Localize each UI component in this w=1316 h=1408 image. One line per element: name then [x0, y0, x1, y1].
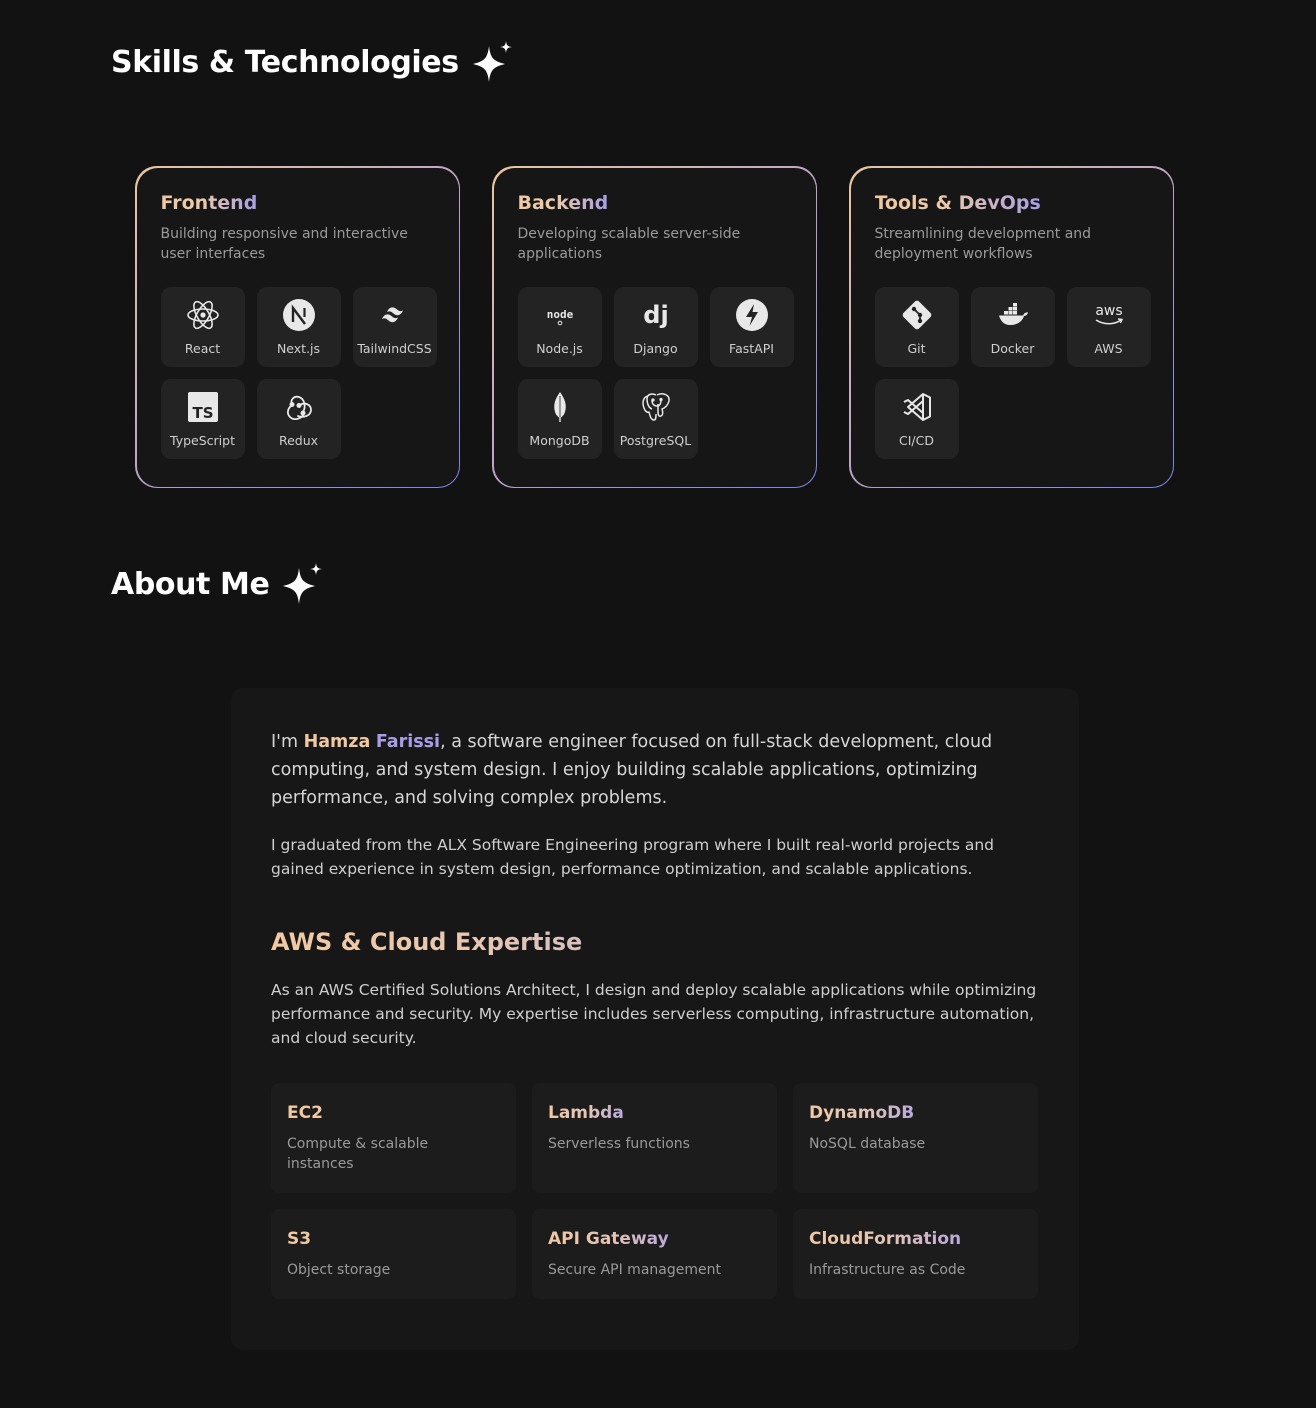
intro-prefix: I'm	[271, 732, 304, 752]
service-name: EC2	[287, 1103, 323, 1123]
react-icon	[186, 298, 220, 332]
service-name: Lambda	[548, 1103, 624, 1123]
service-name: CloudFormation	[809, 1229, 962, 1249]
service-description: Compute & scalable instances	[287, 1136, 429, 1172]
aws-description: As an AWS Certified Solutions Architect,…	[271, 981, 1037, 1047]
skill-tile-aws[interactable]: aws AWS	[1066, 286, 1151, 367]
service-description: NoSQL database	[809, 1136, 926, 1152]
skill-label: FastAPI	[729, 340, 774, 356]
service-card-ec2: EC2 Compute & scalable instances	[271, 1083, 516, 1193]
skill-tile-nodejs[interactable]: node Node.js	[517, 286, 602, 367]
service-name: DynamoDB	[809, 1103, 915, 1123]
service-name: API Gateway	[548, 1229, 669, 1249]
skill-tile-typescript[interactable]: TS TypeScript	[160, 378, 245, 459]
svg-text:TS: TS	[192, 404, 213, 422]
service-name: S3	[287, 1229, 312, 1249]
service-description: Secure API management	[548, 1262, 721, 1278]
django-icon: dj	[639, 298, 673, 332]
skill-label: React	[184, 340, 221, 356]
skill-tile-tailwindcss[interactable]: TailwindCSS	[352, 286, 437, 367]
card-description: Developing scalable server-side applicat…	[517, 225, 741, 262]
skill-tile-django[interactable]: dj Django	[613, 286, 698, 367]
about-heading: About Me	[111, 566, 270, 602]
skill-card-tools-devops: Tools & DevOps Streamlining development …	[849, 166, 1174, 488]
mongodb-icon	[543, 390, 577, 424]
docker-icon	[996, 298, 1030, 332]
skill-tile-cicd[interactable]: CI/CD	[874, 378, 959, 459]
service-description: Object storage	[287, 1262, 391, 1278]
svg-text:aws: aws	[1095, 303, 1122, 319]
nextjs-icon	[282, 298, 316, 332]
skill-label: MongoDB	[529, 432, 590, 448]
card-title: Frontend	[160, 191, 258, 214]
service-card-cloudformation: CloudFormation Infrastructure as Code	[793, 1209, 1038, 1299]
typescript-icon: TS	[186, 390, 220, 424]
card-description: Building responsive and interactive user…	[160, 225, 408, 262]
aws-services-grid: EC2 Compute & scalable instances Lambda …	[271, 1083, 1039, 1299]
skill-tile-nextjs[interactable]: Next.js	[256, 286, 341, 367]
skill-tile-redux[interactable]: Redux	[256, 378, 341, 459]
redux-icon	[282, 390, 316, 424]
about-intro: I'm Hamza Farissi, a software engineer f…	[271, 728, 1041, 812]
skill-tile-fastapi[interactable]: FastAPI	[709, 286, 794, 367]
skill-label: Next.js	[276, 340, 321, 356]
service-description: Infrastructure as Code	[809, 1262, 966, 1278]
svg-text:dj: dj	[643, 301, 668, 329]
skill-tile-docker[interactable]: Docker	[970, 286, 1055, 367]
cicd-icon	[900, 390, 934, 424]
tailwind-icon	[378, 298, 412, 332]
service-card-s3: S3 Object storage	[271, 1209, 516, 1299]
name-first: Hamza	[303, 732, 371, 752]
aws-section-title: AWS & Cloud Expertise	[271, 928, 1039, 956]
skill-card-backend: Backend Developing scalable server-side …	[492, 166, 817, 488]
skill-label: Git	[907, 340, 926, 356]
skills-heading: Skills & Technologies	[111, 44, 459, 80]
service-card-lambda: Lambda Serverless functions	[532, 1083, 777, 1193]
aws-icon: aws	[1092, 298, 1126, 332]
postgresql-icon	[639, 390, 673, 424]
about-section-title: About Me	[111, 562, 325, 606]
skill-label: CI/CD	[899, 432, 934, 448]
git-icon	[900, 298, 934, 332]
about-education: I graduated from the ALX Software Engine…	[271, 836, 995, 878]
skill-label: Docker	[990, 340, 1035, 356]
name-last: Farissi	[375, 732, 441, 752]
skill-label: PostgreSQL	[619, 432, 692, 448]
svg-text:node: node	[546, 308, 573, 321]
skill-label: AWS	[1094, 340, 1123, 356]
about-card: I'm Hamza Farissi, a software engineer f…	[231, 688, 1079, 1350]
service-card-dynamodb: DynamoDB NoSQL database	[793, 1083, 1038, 1193]
card-description: Streamlining development and deployment …	[874, 225, 1092, 262]
fastapi-icon	[735, 298, 769, 332]
skill-label: TailwindCSS	[357, 340, 432, 356]
card-title: Backend	[517, 191, 609, 214]
skill-label: Redux	[278, 432, 319, 448]
nodejs-icon: node	[543, 298, 577, 332]
skill-tile-postgresql[interactable]: PostgreSQL	[613, 378, 698, 459]
skills-cards: Frontend Building responsive and interac…	[135, 166, 1174, 488]
skill-label: Django	[633, 340, 678, 356]
aws-title-text: AWS & Cloud Expertise	[271, 928, 583, 956]
skill-label: TypeScript	[170, 432, 235, 448]
skill-label: Node.js	[536, 340, 583, 356]
skill-tile-git[interactable]: Git	[874, 286, 959, 367]
service-card-api-gateway: API Gateway Secure API management	[532, 1209, 777, 1299]
card-title: Tools & DevOps	[874, 191, 1041, 214]
skill-tile-react[interactable]: React	[160, 286, 245, 367]
skills-section-title: Skills & Technologies	[111, 40, 515, 84]
sparkle-icon	[283, 563, 323, 604]
skill-tile-mongodb[interactable]: MongoDB	[517, 378, 602, 459]
sparkle-icon	[472, 41, 512, 82]
service-description: Serverless functions	[548, 1136, 690, 1152]
skill-card-frontend: Frontend Building responsive and interac…	[135, 166, 460, 488]
